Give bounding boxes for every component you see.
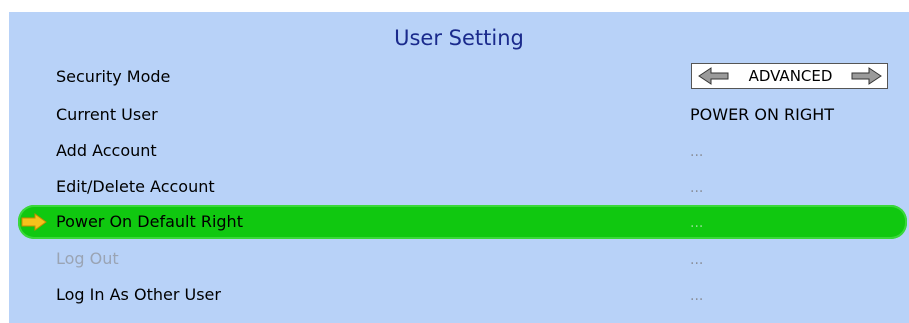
user-setting-panel: User Setting Security Mode ADVANCED Curr… [9, 12, 909, 323]
log-in-as-other-user-ellipsis: ... [690, 288, 704, 304]
menu-row-log-in-as-other-user[interactable]: Log In As Other User ... [9, 278, 909, 312]
right-arrow-icon [21, 213, 47, 231]
current-user-value: POWER ON RIGHT [690, 105, 835, 124]
log-out-ellipsis: ... [690, 252, 704, 268]
power-on-default-right-ellipsis: ... [690, 215, 704, 231]
menu-row-edit-delete-account[interactable]: Edit/Delete Account ... [9, 170, 909, 204]
menu-row-security-mode[interactable]: Security Mode ADVANCED [9, 60, 909, 94]
edit-delete-account-ellipsis: ... [690, 180, 704, 196]
menu-row-log-out: Log Out ... [9, 242, 909, 276]
menu-label-power-on-default-right: Power On Default Right [56, 212, 243, 231]
menu-label-current-user: Current User [56, 105, 158, 124]
security-mode-selector[interactable]: ADVANCED [691, 63, 888, 89]
page-title: User Setting [394, 26, 524, 50]
menu-row-add-account[interactable]: Add Account ... [9, 134, 909, 168]
add-account-ellipsis: ... [690, 144, 704, 160]
menu-label-log-out: Log Out [56, 249, 119, 268]
right-arrow-icon[interactable] [850, 67, 882, 85]
menu-label-log-in-as-other-user: Log In As Other User [56, 285, 221, 304]
menu-label-edit-delete-account: Edit/Delete Account [56, 177, 215, 196]
menu-label-security-mode: Security Mode [56, 67, 171, 86]
menu-row-current-user[interactable]: Current User POWER ON RIGHT [9, 98, 909, 132]
menu-row-power-on-default-right[interactable]: Power On Default Right ... [9, 205, 909, 239]
menu-label-add-account: Add Account [56, 141, 157, 160]
